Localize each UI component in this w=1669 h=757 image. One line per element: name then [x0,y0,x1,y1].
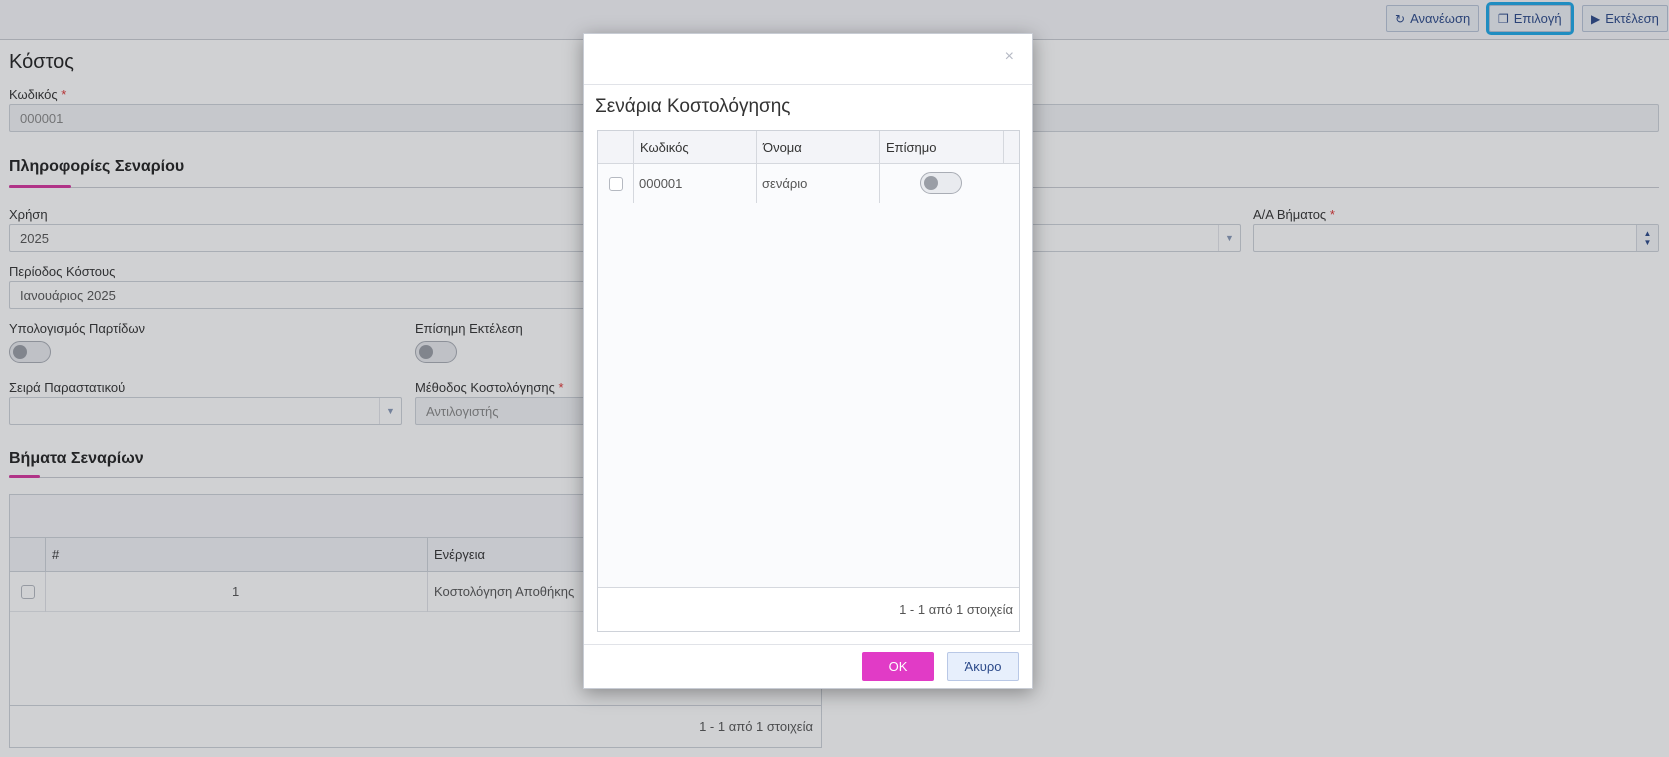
official-toggle[interactable] [920,172,962,194]
pager-info: 1 - 1 από 1 στοιχεία [899,602,1013,617]
scenario-select-dialog: × Σενάρια Κοστολόγησης Κωδικός Όνομα Επί… [583,33,1033,689]
table-row[interactable]: 000001 σενάριο [598,164,1019,203]
modal-footer: OK Άκυρο [584,644,1032,688]
grid-footer: 1 - 1 από 1 στοιχεία [598,587,1019,631]
column-header-name[interactable]: Όνομα [757,131,808,164]
modal-header-divider [584,84,1032,85]
close-icon[interactable]: × [1005,48,1014,66]
column-header-code[interactable]: Κωδικός [634,131,695,164]
column-header-official[interactable]: Επίσημο [880,131,943,164]
modal-title: Σενάρια Κοστολόγησης [595,96,791,117]
grid-header: Κωδικός Όνομα Επίσημο [598,131,1019,164]
scenarios-grid: Κωδικός Όνομα Επίσημο 000001 σενάριο 1 -… [597,130,1020,632]
ok-button[interactable]: OK [862,652,934,681]
row-name: σενάριο [762,176,808,191]
row-checkbox[interactable] [609,177,623,191]
column-divider [1003,131,1004,164]
cancel-button[interactable]: Άκυρο [947,652,1019,681]
row-code: 000001 [639,176,683,191]
toggle-knob [924,176,938,190]
